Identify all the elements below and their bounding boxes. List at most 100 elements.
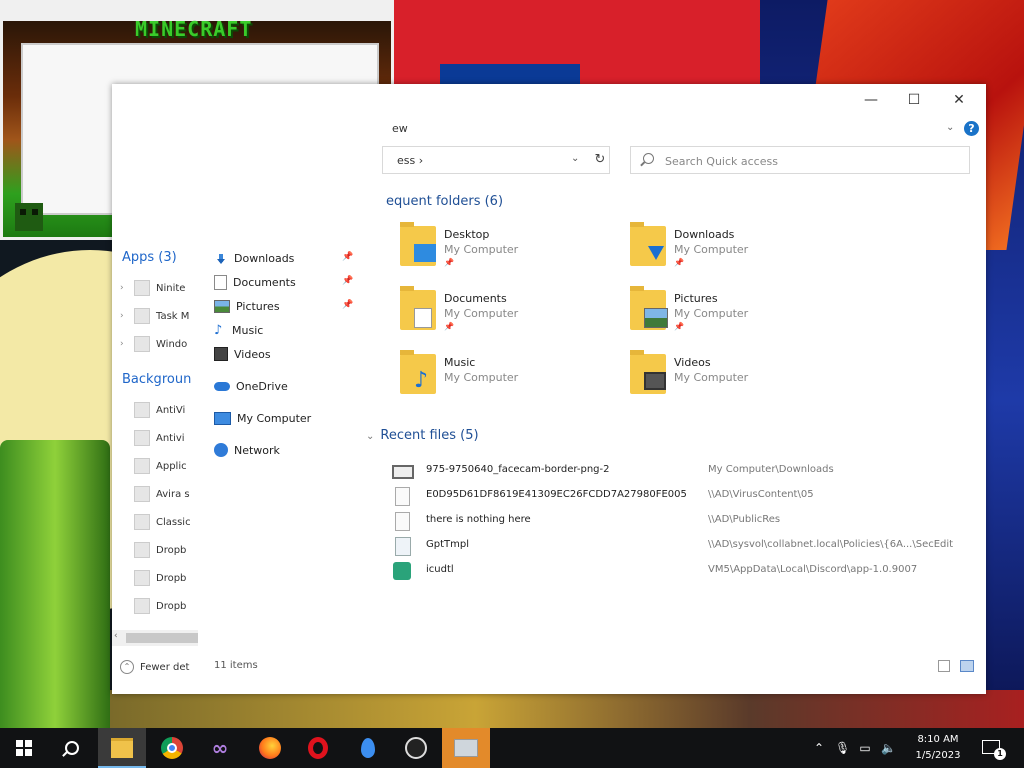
file-explorer-window: — ☐ ✕ ew ⌄ ? ess › ⌄ ↻ Apps (3) › Ninite … xyxy=(112,84,986,694)
nav-item-network[interactable]: Network xyxy=(214,440,280,460)
help-icon[interactable]: ? xyxy=(964,121,979,136)
address-dropdown-chevron-icon[interactable]: ⌄ xyxy=(571,153,579,164)
table-row[interactable]: 975-9750640_facecam-border-png-2 My Comp… xyxy=(392,460,982,482)
nav-item-pictures[interactable]: Pictures xyxy=(214,296,280,316)
scroll-left-icon[interactable]: ‹ xyxy=(114,631,118,641)
folder-tile-videos[interactable]: Videos My Computer xyxy=(630,350,830,406)
refresh-icon[interactable]: ↻ xyxy=(590,152,610,170)
list-item[interactable]: Applic xyxy=(120,458,187,474)
list-item[interactable]: Avira s xyxy=(120,486,190,502)
fewer-details-button[interactable]: ⌃ Fewer det xyxy=(120,660,189,674)
nav-item-label: Music xyxy=(232,323,264,337)
details-view-icon[interactable] xyxy=(938,660,950,672)
folder-icon xyxy=(630,286,668,330)
nav-item-documents[interactable]: Documents xyxy=(214,272,296,292)
folder-tile-pictures[interactable]: Pictures My Computer 📌 xyxy=(630,286,830,342)
app-icon xyxy=(134,336,150,352)
folder-name: Desktop xyxy=(444,228,490,241)
table-row[interactable]: icudtl VM5\AppData\Local\Discord\app-1.0… xyxy=(392,560,982,582)
close-button[interactable]: ✕ xyxy=(944,90,974,110)
network-icon[interactable]: ▭ xyxy=(858,741,872,755)
view-toggle xyxy=(938,660,974,672)
obs-icon xyxy=(405,737,427,759)
folder-icon xyxy=(111,738,133,758)
ribbon-tabs: ew xyxy=(112,116,986,142)
chrome-icon xyxy=(161,737,183,759)
chevron-up-icon[interactable]: ⌃ xyxy=(812,741,826,755)
nav-item-my-computer[interactable]: My Computer xyxy=(214,408,311,428)
title-bar: — ☐ ✕ xyxy=(112,84,986,116)
picture-icon xyxy=(644,308,668,328)
folder-tile-downloads[interactable]: Downloads My Computer 📌 xyxy=(630,222,830,278)
chevron-right-icon[interactable]: › xyxy=(120,283,128,293)
list-item[interactable]: Dropb xyxy=(120,570,186,586)
list-item-label: Antivi xyxy=(156,432,185,444)
folder-tile-music[interactable]: ♪ Music My Computer xyxy=(400,350,600,406)
folder-tile-documents[interactable]: Documents My Computer 📌 xyxy=(400,286,600,342)
folder-location: My Computer xyxy=(444,307,519,320)
list-item[interactable]: Antivi xyxy=(120,430,185,446)
taskbar-disk-app[interactable] xyxy=(442,728,490,768)
system-tray: ⌃ 🎙 ▭ 🔈 xyxy=(812,728,896,768)
taskbar-firefox[interactable] xyxy=(246,728,294,768)
chevron-right-icon[interactable]: › xyxy=(120,339,128,349)
tiles-view-icon[interactable] xyxy=(960,660,974,672)
address-bar[interactable]: ess › ⌄ xyxy=(382,146,610,174)
taskbar-obs[interactable] xyxy=(392,728,440,768)
clock[interactable]: 8:10 AM 1/5/2023 xyxy=(906,732,970,764)
visual-studio-icon: ∞ xyxy=(211,736,229,760)
list-item[interactable]: › Task M xyxy=(120,308,189,324)
list-item[interactable]: Dropb xyxy=(120,542,186,558)
nav-item-label: OneDrive xyxy=(236,379,288,393)
nav-item-label: Pictures xyxy=(236,299,280,313)
scrollbar-thumb[interactable] xyxy=(126,633,198,643)
maximize-button[interactable]: ☐ xyxy=(899,90,929,110)
pictures-icon xyxy=(214,299,230,313)
search-box[interactable] xyxy=(630,146,970,174)
list-item[interactable]: › Ninite xyxy=(120,280,185,296)
taskbar-search-button[interactable] xyxy=(48,728,96,768)
taskbar-opera[interactable] xyxy=(294,728,342,768)
minecraft-logo: MINECRAFT xyxy=(135,17,253,41)
nav-item-onedrive[interactable]: OneDrive xyxy=(214,376,288,396)
table-row[interactable]: there is nothing here \\AD\PublicRes xyxy=(392,510,982,532)
folder-icon xyxy=(400,286,436,330)
taskbar-file-explorer[interactable] xyxy=(98,728,146,768)
folder-tile-desktop[interactable]: Desktop My Computer 📌 xyxy=(400,222,600,278)
start-button[interactable] xyxy=(0,728,48,768)
folder-location: My Computer xyxy=(674,243,749,256)
pin-icon: 📌 xyxy=(444,258,454,267)
horizontal-scrollbar[interactable]: ‹ xyxy=(112,630,198,646)
expand-ribbon-chevron-icon[interactable]: ⌄ xyxy=(946,122,954,133)
process-icon xyxy=(134,458,150,474)
downloads-arrow-icon xyxy=(644,244,666,262)
list-item[interactable]: AntiVi xyxy=(120,402,185,418)
list-item[interactable]: Classic xyxy=(120,514,191,530)
table-row[interactable]: GptTmpl \\AD\sysvol\collabnet.local\Poli… xyxy=(392,535,982,557)
pin-icon: 📌 xyxy=(342,252,354,262)
taskbar-chrome[interactable] xyxy=(148,728,196,768)
documents-icon xyxy=(214,274,227,290)
search-input[interactable] xyxy=(663,151,957,171)
table-row[interactable]: E0D95D61DF8619E41309EC26FCDD7A27980FE005… xyxy=(392,485,982,507)
taskbar-visual-studio[interactable]: ∞ xyxy=(196,728,244,768)
nav-item-downloads[interactable]: Downloads xyxy=(214,248,294,268)
volume-icon[interactable]: 🔈 xyxy=(881,741,896,755)
chevron-right-icon[interactable]: › xyxy=(120,311,128,321)
list-item[interactable]: Dropb xyxy=(120,598,186,614)
ribbon-tab-view[interactable]: ew xyxy=(392,122,408,135)
list-item-label: Dropb xyxy=(156,600,187,612)
recent-files-header[interactable]: ⌄ Recent files (5) xyxy=(366,428,479,443)
recent-files-label: Recent files (5) xyxy=(380,428,479,443)
file-icon xyxy=(395,487,410,506)
microphone-icon[interactable]: 🎙 xyxy=(835,741,850,755)
nav-item-music[interactable]: ♪ Music xyxy=(214,320,263,340)
minimize-button[interactable]: — xyxy=(856,90,886,110)
frequent-folders-header[interactable]: equent folders (6) xyxy=(386,194,503,209)
nav-item-videos[interactable]: Videos xyxy=(214,344,271,364)
chevron-down-icon[interactable]: ⌄ xyxy=(366,431,374,442)
wallpaper-bottom-strip xyxy=(110,690,1024,728)
taskbar-app-drop[interactable] xyxy=(344,728,392,768)
list-item[interactable]: › Windo xyxy=(120,336,187,352)
image-file-icon xyxy=(392,465,414,479)
